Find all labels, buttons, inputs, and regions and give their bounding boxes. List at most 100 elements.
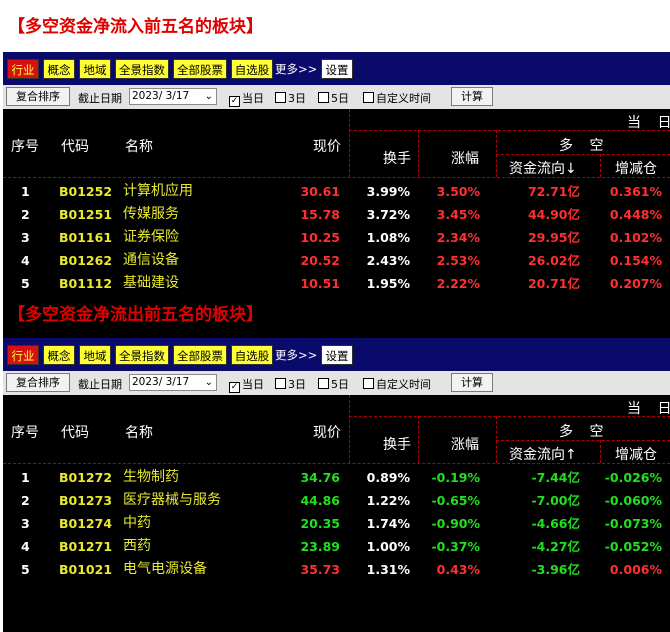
col-code-header[interactable]: 代码 (61, 136, 89, 156)
col-price-header[interactable]: 现价 (313, 422, 341, 442)
today-checkbox[interactable]: ✓ 当日 (229, 376, 264, 393)
row-name: 中药 (123, 515, 151, 531)
row-inc: -0.052% (604, 539, 662, 554)
date-label: 截止日期 (78, 92, 122, 105)
col-turnover-header[interactable]: 换手 (383, 434, 411, 454)
table-row[interactable]: 3 B01274 中药 20.35 1.74% -0.90% -4.66亿 -0… (3, 512, 670, 535)
col-index-header[interactable]: 序号 (11, 422, 39, 442)
row-inc: 0.361% (609, 184, 662, 199)
3day-checkbox[interactable]: 3日 (275, 376, 306, 392)
row-inc: 0.207% (609, 276, 662, 291)
row-turnover: 1.22% (366, 493, 410, 508)
table-row[interactable]: 2 B01251 传媒服务 15.78 3.72% 3.45% 44.90亿 0… (3, 203, 670, 226)
row-inc: 0.154% (609, 253, 662, 268)
period-header: 当 日 (627, 115, 670, 131)
col-code-header[interactable]: 代码 (61, 422, 89, 442)
checkbox-icon (318, 378, 329, 389)
row-name: 基础建设 (123, 275, 179, 291)
custom-time-label: 自定义时间 (376, 92, 431, 105)
row-flow: 29.95亿 (527, 230, 580, 245)
row-change: 3.50% (436, 184, 480, 199)
nav-panorama-index-tab[interactable]: 全景指数 (115, 345, 169, 365)
chevron-down-icon: ⌄ (204, 377, 213, 388)
table-row[interactable]: 4 B01262 通信设备 20.52 2.43% 2.53% 26.02亿 0… (3, 249, 670, 272)
row-name: 通信设备 (123, 252, 179, 268)
custom-time-checkbox[interactable]: 自定义时间 (363, 90, 431, 106)
custom-time-label: 自定义时间 (376, 378, 431, 391)
nav-region-tab[interactable]: 地域 (79, 345, 111, 365)
composite-sort-button[interactable]: 复合排序 (6, 373, 70, 392)
table-row[interactable]: 3 B01161 证券保险 10.25 1.08% 2.34% 29.95亿 0… (3, 226, 670, 249)
col-name-header[interactable]: 名称 (125, 136, 153, 156)
check-icon: ✓ (229, 382, 240, 393)
nav-concept-tab[interactable]: 概念 (43, 345, 75, 365)
row-flow: 26.02亿 (527, 253, 580, 268)
nav-industry-tab[interactable]: 行业 (7, 345, 39, 365)
row-change: -0.19% (431, 470, 480, 485)
row-code: B01271 (59, 539, 113, 554)
table-row[interactable]: 1 B01272 生物制药 34.76 0.89% -0.19% -7.44亿 … (3, 466, 670, 489)
table-row[interactable]: 4 B01271 西药 23.89 1.00% -0.37% -4.27亿 -0… (3, 535, 670, 558)
category-nav: 行业 概念 地域 全景指数 全部股票 自选股 更多>> 设置 (3, 52, 670, 85)
5day-checkbox[interactable]: 5日 (318, 376, 349, 392)
col-flow-header[interactable]: 资金流向↑ (509, 444, 577, 464)
long-short-group-header: 多 空 (559, 138, 610, 154)
col-turnover-header[interactable]: 换手 (383, 148, 411, 168)
col-inc-header[interactable]: 增减仓 (615, 444, 657, 464)
nav-concept-tab[interactable]: 概念 (43, 59, 75, 79)
col-name-header[interactable]: 名称 (125, 422, 153, 442)
nav-panorama-index-tab[interactable]: 全景指数 (115, 59, 169, 79)
today-label: 当日 (242, 378, 264, 391)
today-checkbox[interactable]: ✓ 当日 (229, 90, 264, 107)
date-picker[interactable]: 2023/ 3/17 ⌄ (129, 88, 217, 105)
row-price: 35.73 (300, 562, 340, 577)
row-turnover: 1.74% (366, 516, 410, 531)
nav-more-link[interactable]: 更多>> (275, 59, 317, 79)
settings-button[interactable]: 设置 (321, 59, 353, 79)
nav-region-tab[interactable]: 地域 (79, 59, 111, 79)
3day-checkbox[interactable]: 3日 (275, 90, 306, 106)
table-row[interactable]: 5 B01112 基础建设 10.51 1.95% 2.22% 20.71亿 0… (3, 272, 670, 295)
row-change: -0.65% (431, 493, 480, 508)
row-flow: 72.71亿 (527, 184, 580, 199)
5day-checkbox[interactable]: 5日 (318, 90, 349, 106)
row-turnover: 1.31% (366, 562, 410, 577)
nav-all-stocks-tab[interactable]: 全部股票 (173, 345, 227, 365)
col-change-header[interactable]: 涨幅 (451, 434, 479, 454)
checkbox-icon (363, 378, 374, 389)
col-change-header[interactable]: 涨幅 (451, 148, 479, 168)
row-inc: -0.073% (604, 516, 662, 531)
long-short-group-header: 多 空 (559, 424, 610, 440)
table-row[interactable]: 5 B01021 电气电源设备 35.73 1.31% 0.43% -3.96亿… (3, 558, 670, 581)
col-index-header[interactable]: 序号 (11, 136, 39, 156)
3day-label: 3日 (288, 92, 306, 105)
inflow-heading: 【多空资金净流入前五名的板块】 (8, 17, 263, 37)
date-picker[interactable]: 2023/ 3/17 ⌄ (129, 374, 217, 391)
custom-time-checkbox[interactable]: 自定义时间 (363, 376, 431, 392)
5day-label: 5日 (331, 378, 349, 391)
today-label: 当日 (242, 92, 264, 105)
col-flow-header[interactable]: 资金流向↓ (509, 158, 577, 178)
date-label: 截止日期 (78, 378, 122, 391)
table-row[interactable]: 1 B01252 计算机应用 30.61 3.99% 3.50% 72.71亿 … (3, 180, 670, 203)
check-icon: ✓ (229, 96, 240, 107)
nav-all-stocks-tab[interactable]: 全部股票 (173, 59, 227, 79)
col-inc-header[interactable]: 增减仓 (615, 158, 657, 178)
composite-sort-button[interactable]: 复合排序 (6, 87, 70, 106)
nav-industry-tab[interactable]: 行业 (7, 59, 39, 79)
table-row[interactable]: 2 B01273 医疗器械与服务 44.86 1.22% -0.65% -7.0… (3, 489, 670, 512)
settings-button[interactable]: 设置 (321, 345, 353, 365)
checkbox-icon (318, 92, 329, 103)
category-nav: 行业 概念 地域 全景指数 全部股票 自选股 更多>> 设置 (3, 338, 670, 371)
nav-watchlist-tab[interactable]: 自选股 (231, 59, 273, 79)
col-price-header[interactable]: 现价 (313, 136, 341, 156)
row-turnover: 2.43% (366, 253, 410, 268)
nav-watchlist-tab[interactable]: 自选股 (231, 345, 273, 365)
checkbox-icon (275, 92, 286, 103)
row-index: 2 (21, 493, 30, 508)
calculate-button[interactable]: 计算 (451, 87, 493, 106)
calculate-button[interactable]: 计算 (451, 373, 493, 392)
row-index: 4 (21, 539, 30, 554)
nav-more-link[interactable]: 更多>> (275, 345, 317, 365)
outflow-panel: 行业 概念 地域 全景指数 全部股票 自选股 更多>> 设置 复合排序 截止日期… (3, 338, 670, 632)
